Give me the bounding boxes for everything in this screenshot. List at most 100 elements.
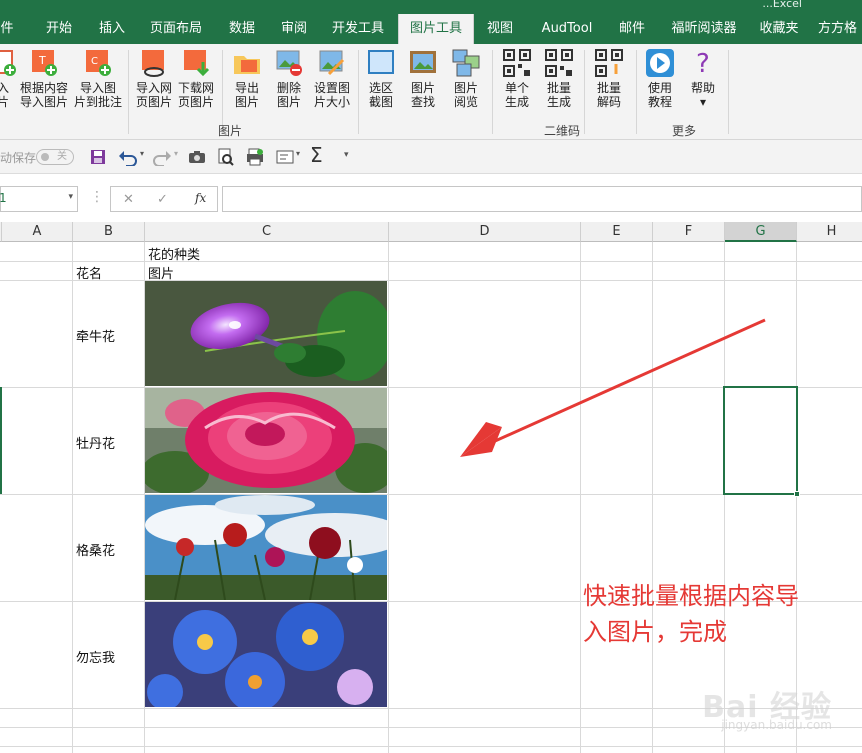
cell-flower-name[interactable]: 勿忘我: [76, 647, 115, 666]
fill-handle[interactable]: [794, 491, 800, 497]
tab-page-layout[interactable]: 页面布局: [144, 14, 208, 44]
autosave-label: 动保存: [0, 151, 37, 165]
gridline: [0, 746, 862, 747]
formula-bar-splitter[interactable]: ⋮: [90, 190, 104, 204]
picture-forget-me-not[interactable]: [145, 602, 387, 707]
cell-flower-name[interactable]: 牡丹花: [76, 433, 115, 452]
camera-icon[interactable]: [188, 150, 206, 164]
image-preview-button[interactable]: 图片 阅览: [446, 48, 486, 109]
quick-print-icon[interactable]: [246, 148, 264, 166]
qr-batch-icon: [544, 48, 574, 78]
gridline: [72, 242, 73, 753]
annotation-arrow: [460, 318, 766, 457]
gridline: [796, 242, 797, 753]
ribbon-separator: [358, 50, 359, 134]
formula-buttons: ✕ ✓ fx: [110, 186, 218, 212]
undo-dropdown-icon[interactable]: ▾: [140, 149, 144, 158]
enter-icon[interactable]: ✓: [157, 192, 168, 207]
column-header-d[interactable]: D: [389, 222, 581, 242]
column-header-f[interactable]: F: [653, 222, 725, 242]
cell-flower-name[interactable]: 牵牛花: [76, 326, 115, 345]
column-header-g[interactable]: G: [725, 222, 797, 242]
qr-decode-icon: [594, 48, 624, 78]
import-by-content-button[interactable]: T 根据内容 导入图片: [20, 48, 68, 109]
qr-batch-generate-button[interactable]: 批量 生成: [540, 48, 578, 109]
cell-c2[interactable]: 图片: [148, 263, 174, 282]
tab-foxit-reader[interactable]: 福昕阅读器: [664, 14, 744, 44]
cell-b2[interactable]: 花名: [76, 263, 102, 282]
download-image-icon: [181, 48, 211, 78]
ribbon: 入 片 T 根据内容 导入图片 C 导入图 片到批注 导入网 页图片 下载网 页…: [0, 44, 862, 140]
tab-insert[interactable]: 插入: [92, 14, 132, 44]
help-icon: ?: [688, 48, 718, 79]
qr-single-icon: [502, 48, 532, 78]
svg-text:C: C: [91, 56, 98, 67]
group-label-more: 更多: [672, 124, 697, 138]
autosave-toggle[interactable]: 关: [36, 149, 74, 165]
import-to-comment-button[interactable]: C 导入图 片到批注: [74, 48, 122, 109]
ribbon-separator: [636, 50, 637, 134]
sum-icon[interactable]: Σ: [310, 143, 323, 167]
import-by-content-icon: T: [29, 48, 59, 78]
print-preview-icon[interactable]: [218, 148, 234, 166]
web-image-icon: [139, 48, 169, 78]
qr-single-generate-button[interactable]: 单个 生成: [498, 48, 536, 109]
import-image-button[interactable]: 入 片: [0, 48, 20, 109]
picture-cosmos[interactable]: [145, 495, 387, 600]
column-header-b[interactable]: B: [73, 222, 145, 242]
form-dropdown-icon[interactable]: ▾: [296, 149, 300, 158]
screenshot-icon: [366, 48, 396, 78]
namebox-dropdown-icon[interactable]: ▾: [68, 192, 73, 202]
column-header-c[interactable]: C: [145, 222, 389, 242]
delete-image-button[interactable]: 删除 图片: [270, 48, 308, 109]
ribbon-separator: [728, 50, 729, 134]
ribbon-tab-bar: 件 开始 插入 页面布局 数据 审阅 开发工具 图片工具 视图 AudTool …: [0, 14, 862, 44]
image-find-button[interactable]: 图片 查找: [404, 48, 442, 109]
cell-c1[interactable]: 花的种类: [148, 244, 200, 263]
name-box[interactable]: 1 ▾: [0, 186, 78, 212]
export-image-button[interactable]: 导出 图片: [228, 48, 266, 109]
form-icon[interactable]: [276, 150, 294, 164]
tab-mail[interactable]: 邮件: [612, 14, 652, 44]
insert-function-icon[interactable]: fx: [195, 191, 206, 205]
tab-audtool[interactable]: AudTool: [532, 14, 602, 44]
image-preview-icon: [451, 48, 481, 78]
tab-picture-tools[interactable]: 图片工具: [398, 14, 474, 44]
tab-review[interactable]: 审阅: [274, 14, 314, 44]
tutorial-button[interactable]: 使用 教程: [640, 48, 680, 109]
cancel-icon[interactable]: ✕: [123, 192, 134, 207]
tab-data[interactable]: 数据: [222, 14, 262, 44]
import-to-comment-icon: C: [83, 48, 113, 78]
window-title: ...Excel: [762, 0, 802, 10]
set-image-size-button[interactable]: 设置图 片大小: [310, 48, 354, 109]
formula-input[interactable]: [222, 186, 862, 212]
save-icon[interactable]: [90, 149, 106, 165]
tab-developer[interactable]: 开发工具: [326, 14, 390, 44]
picture-peony[interactable]: [145, 388, 387, 493]
tab-favorites[interactable]: 收藏夹: [752, 14, 806, 44]
cell-flower-name[interactable]: 格桑花: [76, 540, 115, 559]
gridline: [388, 242, 389, 753]
region-screenshot-button[interactable]: 选区 截图: [362, 48, 400, 109]
column-header-e[interactable]: E: [581, 222, 653, 242]
download-web-image-button[interactable]: 下载网 页图片: [176, 48, 216, 109]
help-button[interactable]: ? 帮助 ▾: [684, 48, 722, 109]
column-header-a[interactable]: A: [2, 222, 73, 242]
picture-morning-glory[interactable]: [145, 281, 387, 386]
title-bar: ...Excel: [0, 0, 862, 14]
quick-access-toolbar: 动保存 关 ▾ ▾ ▾ Σ ▾: [0, 140, 862, 174]
import-web-image-button[interactable]: 导入网 页图片: [134, 48, 174, 109]
column-header-h[interactable]: H: [797, 222, 862, 242]
tab-file[interactable]: 件: [0, 14, 16, 44]
redo-icon[interactable]: [152, 148, 172, 166]
tab-view[interactable]: 视图: [480, 14, 520, 44]
gridline: [0, 280, 862, 281]
undo-icon[interactable]: [118, 148, 138, 166]
redo-dropdown-icon[interactable]: ▾: [174, 149, 178, 158]
tab-fangfangge[interactable]: 方方格: [818, 14, 862, 44]
tab-home[interactable]: 开始: [38, 14, 80, 44]
customize-qat-icon[interactable]: ▾: [344, 150, 349, 160]
ribbon-separator: [128, 50, 129, 134]
qr-batch-decode-button[interactable]: 批量 解码: [590, 48, 628, 109]
annotation-text: 快速批量根据内容导 入图片，完成: [583, 582, 799, 646]
